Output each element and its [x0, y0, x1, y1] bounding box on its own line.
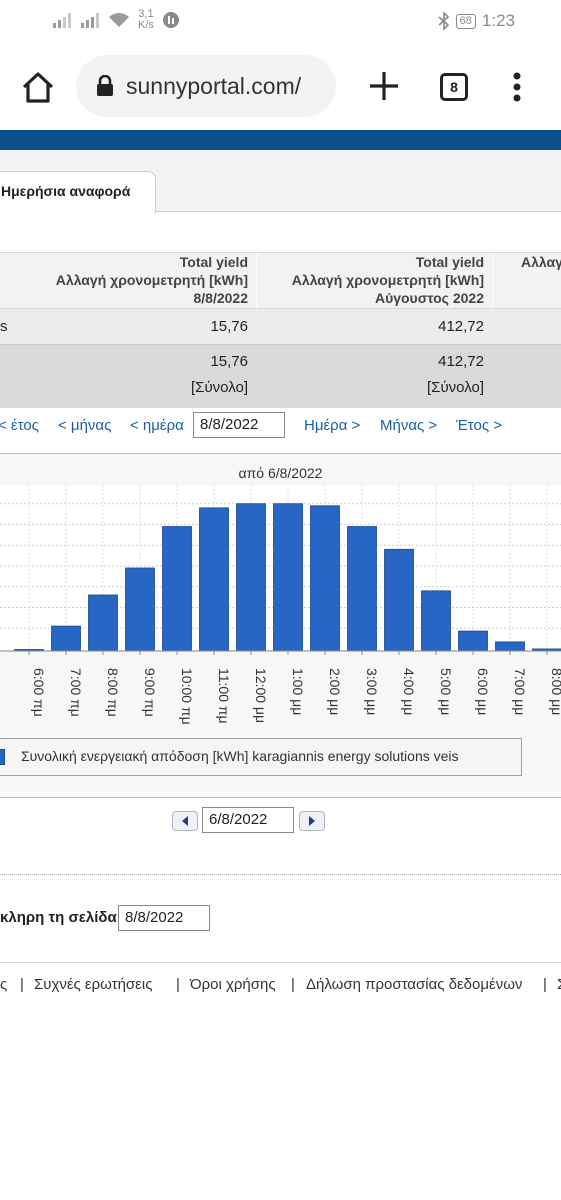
day-forward-link[interactable]: Ημέρα >: [304, 417, 360, 434]
battery-icon: 68: [455, 13, 476, 29]
clock: 1:23: [481, 11, 515, 30]
x-tick-label: 6:00 πμ: [31, 668, 47, 717]
x-tick-label: 7:00 μμ: [512, 668, 528, 715]
footer-separator: |: [176, 976, 180, 993]
report-tabs: Ημερήσια αναφορά: [0, 150, 561, 213]
x-tick-label: 5:00 μμ: [438, 668, 454, 715]
status-bar: 3,1 K/s 68 1:23: [0, 0, 561, 42]
app-notification-icon: [162, 12, 179, 28]
chart-bar: [236, 503, 266, 652]
arrow-left-icon: [182, 816, 188, 826]
print-date-input[interactable]: 8/8/2022: [118, 905, 210, 931]
divider: [0, 962, 561, 963]
chart-bar: [51, 625, 81, 652]
chart-legend: Συνολική ενεργειακή απόδοση [kWh] karagi…: [0, 738, 522, 776]
next-day-button[interactable]: [299, 811, 325, 831]
date-navigation: < έτος < μήνας < ημέρα 8/8/2022 Ημέρα > …: [0, 410, 561, 442]
wifi-icon: [109, 13, 129, 27]
total-cell: 412,72: [438, 353, 484, 370]
yield-table: Total yield Αλλαγή χρονομετρητή [kWh] 8/8/…: [0, 252, 561, 408]
footer-link-faq[interactable]: Συχνές ερωτήσεις: [34, 976, 152, 993]
chart-bar: [421, 590, 451, 652]
chart-bar: [458, 630, 488, 652]
signal-icon: [53, 13, 71, 28]
month-forward-link[interactable]: Μήνας >: [380, 417, 437, 434]
site-header-bar: [0, 130, 561, 150]
total-cell: 15,76: [210, 353, 248, 370]
x-tick-label: 4:00 μμ: [401, 668, 417, 715]
x-tick-label: 8:00 μμ: [549, 668, 561, 715]
chart-bar: [88, 594, 118, 652]
network-speed: 3,1 K/s: [138, 8, 154, 31]
column-header: Total yield Αλλαγή χρονομετρητή [kWh] Αύγο…: [291, 254, 484, 306]
tab-switcher-icon[interactable]: 8: [440, 73, 468, 101]
x-tick-label: 2:00 μμ: [327, 668, 343, 715]
browser-toolbar: sunnyportal.com/ 8: [0, 42, 561, 130]
home-icon[interactable]: [18, 68, 58, 108]
x-tick-label: 9:00 πμ: [142, 668, 158, 717]
more-vert-icon[interactable]: [510, 72, 524, 102]
row-label: s: [0, 318, 8, 335]
x-tick-label: 11:00 πμ: [216, 668, 232, 724]
footer-link[interactable]: ς: [0, 976, 7, 993]
x-tick-label: 10:00 πμ: [179, 668, 195, 725]
chart-bar: [495, 641, 525, 652]
chart-bar: [162, 526, 192, 652]
x-tick-label: 6:00 μμ: [475, 668, 491, 715]
previous-day-button[interactable]: [172, 811, 198, 831]
x-tick-label: 3:00 μμ: [364, 668, 380, 715]
column-divider: [492, 253, 493, 309]
chart-title: από 6/8/2022: [238, 465, 323, 481]
footer-link[interactable]: Σ: [557, 976, 561, 993]
year-back-link[interactable]: < έτος: [0, 417, 39, 434]
total-label: [Σύνολο]: [191, 379, 248, 396]
plus-icon[interactable]: [366, 68, 402, 104]
url-text: sunnyportal.com/: [126, 72, 302, 99]
table-header: Total yield Αλλαγή χρονομετρητή [kWh] 8/8/…: [0, 252, 561, 309]
yield-bar-chart: 6:00 πμ 7:00 πμ 8:00 πμ 9:00 πμ 10:00 πμ 11:0…: [0, 485, 561, 725]
year-forward-link[interactable]: Έτος >: [456, 417, 502, 434]
footer-link-terms[interactable]: Όροι χρήσης: [190, 976, 276, 993]
chart-bar: [199, 507, 229, 652]
chart-bar: [273, 503, 303, 652]
table-row: s 15,76 412,72: [0, 308, 561, 344]
divider: [0, 874, 561, 875]
x-tick-label: 12:00 μμ: [253, 668, 269, 723]
x-tick-label: 1:00 μμ: [290, 668, 306, 715]
day-back-link[interactable]: < ημέρα: [130, 417, 184, 434]
chart-date-input[interactable]: 6/8/2022: [202, 807, 294, 833]
month-back-link[interactable]: < μήνας: [58, 417, 111, 434]
table-cell: 15,76: [210, 318, 248, 335]
print-label: κληρη τη σελίδα:: [0, 909, 122, 926]
table-cell: 412,72: [438, 318, 484, 335]
address-bar[interactable]: sunnyportal.com/: [76, 55, 336, 117]
chart-bar: [125, 567, 155, 652]
footer-separator: |: [543, 976, 547, 993]
total-label: [Σύνολο]: [427, 379, 484, 396]
tab-daily-report[interactable]: Ημερήσια αναφορά: [0, 171, 156, 213]
column-header: Αλλαγ: [521, 254, 561, 270]
footer-separator: |: [20, 976, 24, 993]
lock-icon: [97, 75, 113, 96]
footer-link-privacy[interactable]: Δήλωση προστασίας δεδομένων: [306, 976, 522, 993]
date-input[interactable]: 8/8/2022: [193, 412, 285, 438]
chart-bar: [310, 505, 340, 652]
legend-swatch: [0, 749, 5, 765]
table-total-row: 15,76 412,72 [Σύνολο] [Σύνολο]: [0, 344, 561, 408]
footer-separator: |: [291, 976, 295, 993]
chart-bar: [384, 548, 414, 652]
legend-label: Συνολική ενεργειακή απόδοση [kWh] karagi…: [21, 748, 459, 764]
signal-icon: [81, 13, 99, 28]
chart-bar: [347, 526, 377, 652]
column-divider: [256, 253, 257, 309]
bluetooth-icon: [438, 12, 449, 30]
x-tick-label: 7:00 πμ: [68, 668, 84, 717]
column-header: Total yield Αλλαγή χρονομετρητή [kWh] 8/8/…: [55, 254, 248, 306]
x-tick-label: 8:00 πμ: [105, 668, 121, 717]
arrow-right-icon: [309, 816, 315, 826]
